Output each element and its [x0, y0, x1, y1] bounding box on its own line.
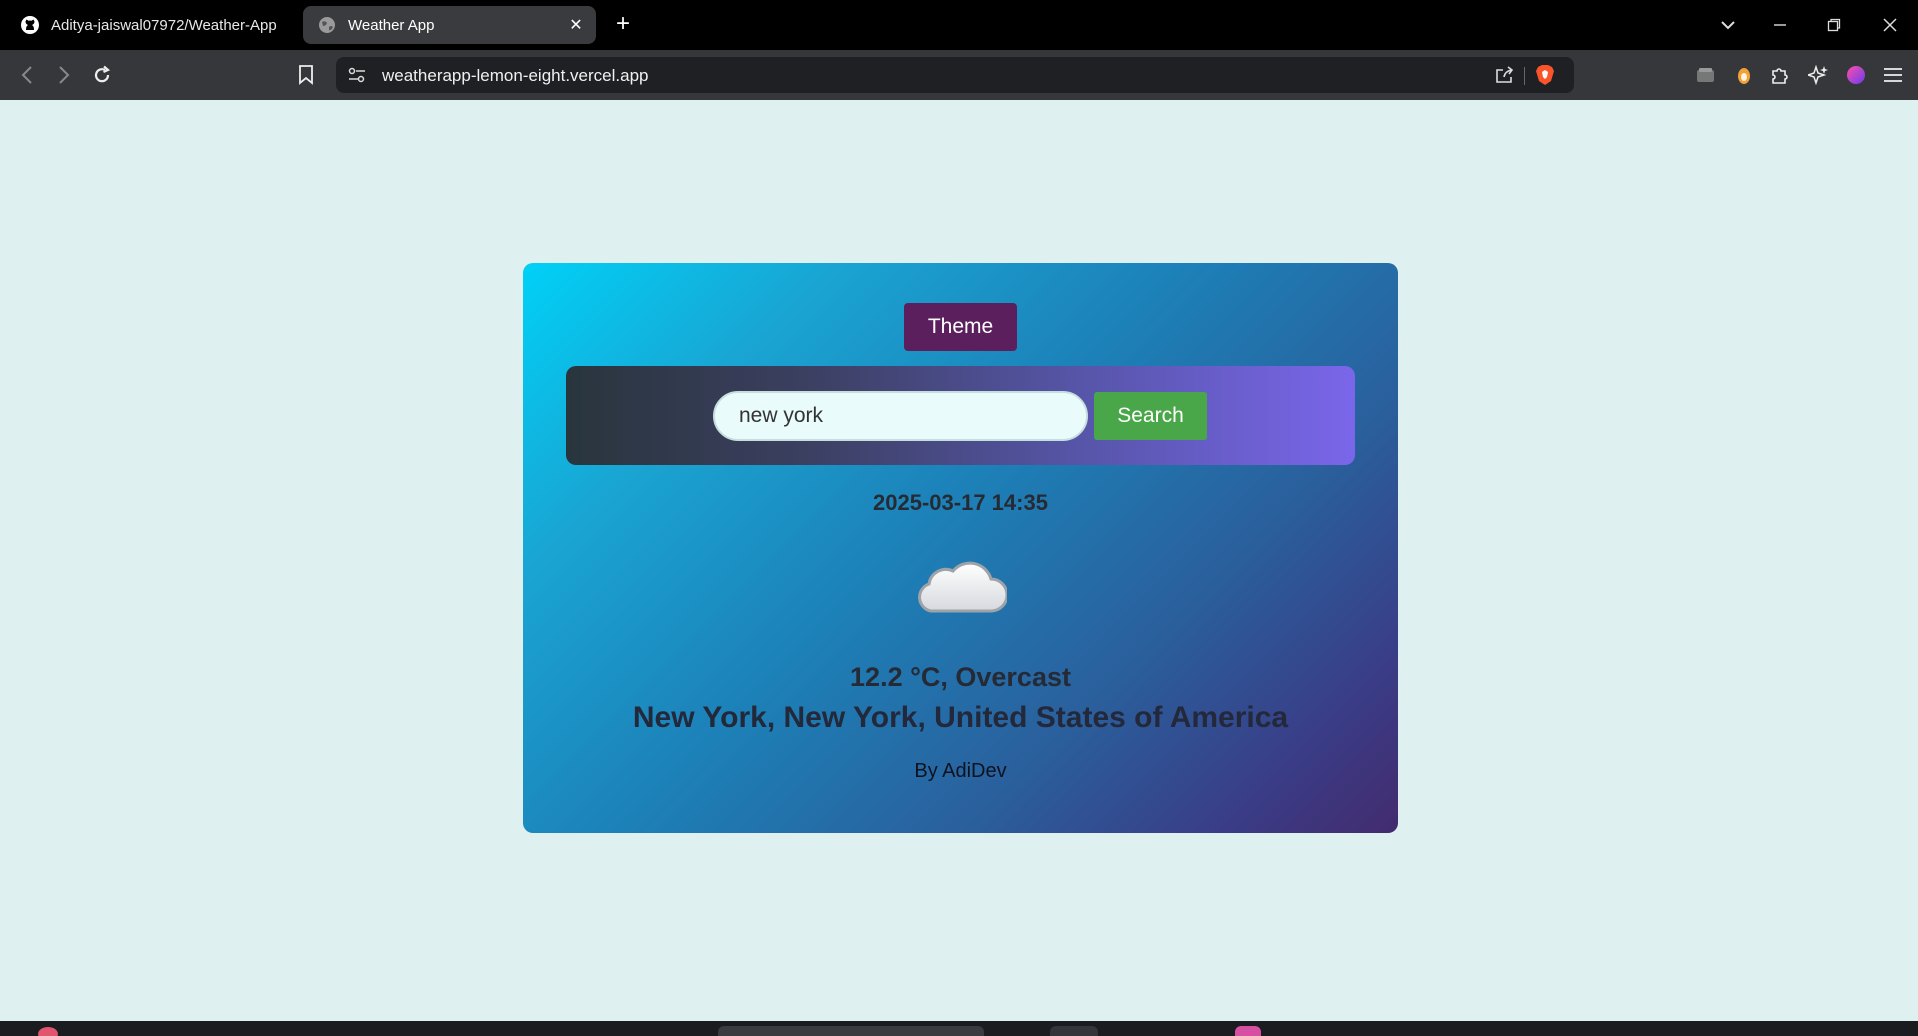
tab-search-chevron-icon[interactable] — [1713, 10, 1743, 40]
close-window-icon[interactable] — [1875, 10, 1905, 40]
restore-icon[interactable] — [1819, 10, 1849, 40]
close-tab-icon[interactable]: ✕ — [566, 15, 586, 35]
tab-title: Aditya-jaiswal07972/Weather-App — [51, 16, 277, 34]
minimize-icon[interactable] — [1765, 10, 1795, 40]
extension-orange-icon[interactable] — [1732, 64, 1756, 86]
reload-icon[interactable] — [88, 62, 116, 88]
os-taskbar — [0, 1021, 1918, 1036]
back-icon[interactable] — [13, 62, 41, 88]
temperature-condition: 12.2 °C, Overcast — [850, 662, 1071, 692]
extensions-puzzle-icon[interactable] — [1768, 64, 1792, 86]
weather-widget-icon[interactable] — [38, 1027, 58, 1036]
tab-github-repo[interactable]: Aditya-jaiswal07972/Weather-App — [10, 6, 300, 44]
taskbar-app-icon[interactable] — [1235, 1026, 1261, 1036]
forward-icon[interactable] — [50, 62, 78, 88]
profile-avatar-icon[interactable] — [1844, 64, 1868, 86]
taskbar-app-active[interactable] — [1050, 1026, 1098, 1036]
new-tab-button[interactable]: + — [610, 12, 636, 38]
tab-strip: Aditya-jaiswal07972/Weather-App Weather … — [0, 0, 1918, 50]
weather-card: Theme Search 2025-03-17 14:35 12.2 °C, O… — [523, 263, 1398, 833]
search-panel: Search — [566, 366, 1355, 465]
author-byline: By AdiDev — [914, 760, 1007, 782]
cloud-icon — [915, 551, 1009, 621]
tab-title: Weather App — [348, 16, 435, 34]
browser-toolbar: weatherapp-lemon-eight.vercel.app — [0, 50, 1918, 100]
leo-ai-icon[interactable] — [1806, 64, 1830, 86]
location-name: New York, New York, United States of Ame… — [632, 701, 1289, 734]
tab-weather-app[interactable]: Weather App ✕ — [303, 6, 596, 44]
url-text: weatherapp-lemon-eight.vercel.app — [382, 66, 649, 85]
search-button[interactable]: Search — [1094, 392, 1207, 440]
menu-icon[interactable] — [1881, 64, 1905, 86]
city-search-input[interactable] — [713, 391, 1088, 441]
brave-shields-icon[interactable] — [1534, 65, 1556, 85]
globe-icon — [317, 15, 337, 35]
address-bar[interactable]: weatherapp-lemon-eight.vercel.app — [336, 57, 1574, 93]
url-divider — [1524, 67, 1525, 85]
local-datetime: 2025-03-17 14:35 — [873, 490, 1048, 515]
taskbar-search-box[interactable] — [718, 1026, 984, 1036]
theme-button[interactable]: Theme — [904, 303, 1017, 351]
bookmark-icon[interactable] — [292, 62, 320, 88]
github-icon — [20, 15, 40, 35]
wallet-icon[interactable] — [1694, 64, 1718, 86]
share-icon[interactable] — [1494, 65, 1516, 85]
site-settings-icon[interactable] — [346, 65, 368, 85]
